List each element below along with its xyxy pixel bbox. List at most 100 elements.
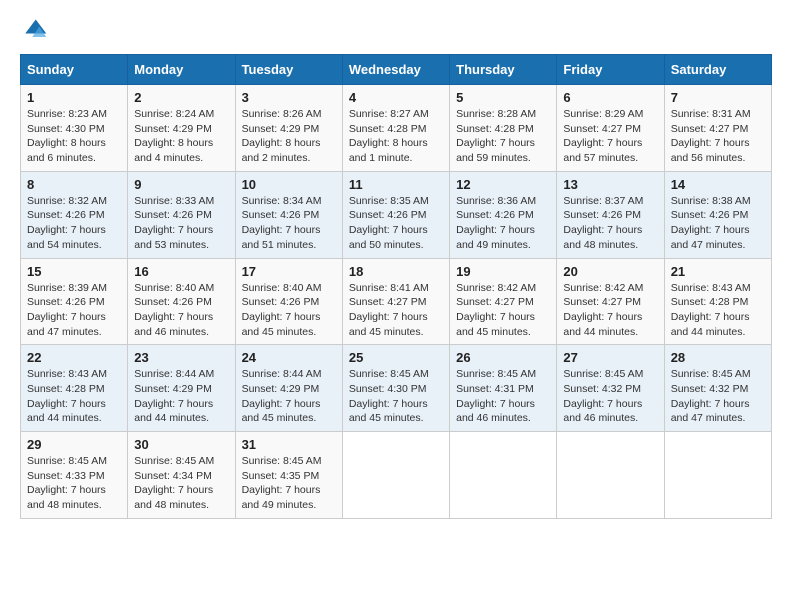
calendar-cell: 10 Sunrise: 8:34 AMSunset: 4:26 PMDaylig… (235, 171, 342, 258)
day-info: Sunrise: 8:37 AMSunset: 4:26 PMDaylight:… (563, 195, 643, 251)
calendar-cell: 24 Sunrise: 8:44 AMSunset: 4:29 PMDaylig… (235, 345, 342, 432)
day-number: 10 (242, 177, 336, 192)
calendar-header-sunday: Sunday (21, 55, 128, 85)
calendar-cell: 22 Sunrise: 8:43 AMSunset: 4:28 PMDaylig… (21, 345, 128, 432)
header (20, 16, 772, 44)
calendar-cell: 1 Sunrise: 8:23 AMSunset: 4:30 PMDayligh… (21, 85, 128, 172)
calendar-cell: 23 Sunrise: 8:44 AMSunset: 4:29 PMDaylig… (128, 345, 235, 432)
day-info: Sunrise: 8:31 AMSunset: 4:27 PMDaylight:… (671, 108, 751, 164)
calendar-cell: 27 Sunrise: 8:45 AMSunset: 4:32 PMDaylig… (557, 345, 664, 432)
day-number: 7 (671, 90, 765, 105)
calendar-cell: 28 Sunrise: 8:45 AMSunset: 4:32 PMDaylig… (664, 345, 771, 432)
day-info: Sunrise: 8:45 AMSunset: 4:35 PMDaylight:… (242, 455, 322, 511)
day-info: Sunrise: 8:45 AMSunset: 4:32 PMDaylight:… (563, 368, 643, 424)
day-info: Sunrise: 8:40 AMSunset: 4:26 PMDaylight:… (242, 282, 322, 338)
day-number: 25 (349, 350, 443, 365)
calendar-cell: 19 Sunrise: 8:42 AMSunset: 4:27 PMDaylig… (450, 258, 557, 345)
calendar-cell: 17 Sunrise: 8:40 AMSunset: 4:26 PMDaylig… (235, 258, 342, 345)
calendar-header-wednesday: Wednesday (342, 55, 449, 85)
calendar-cell: 14 Sunrise: 8:38 AMSunset: 4:26 PMDaylig… (664, 171, 771, 258)
calendar-cell (557, 432, 664, 519)
day-number: 5 (456, 90, 550, 105)
calendar-week-row: 1 Sunrise: 8:23 AMSunset: 4:30 PMDayligh… (21, 85, 772, 172)
calendar-week-row: 15 Sunrise: 8:39 AMSunset: 4:26 PMDaylig… (21, 258, 772, 345)
day-number: 2 (134, 90, 228, 105)
calendar-cell: 25 Sunrise: 8:45 AMSunset: 4:30 PMDaylig… (342, 345, 449, 432)
calendar: SundayMondayTuesdayWednesdayThursdayFrid… (20, 54, 772, 519)
day-number: 23 (134, 350, 228, 365)
day-number: 14 (671, 177, 765, 192)
day-info: Sunrise: 8:27 AMSunset: 4:28 PMDaylight:… (349, 108, 429, 164)
calendar-header-friday: Friday (557, 55, 664, 85)
day-number: 21 (671, 264, 765, 279)
calendar-cell: 11 Sunrise: 8:35 AMSunset: 4:26 PMDaylig… (342, 171, 449, 258)
day-info: Sunrise: 8:32 AMSunset: 4:26 PMDaylight:… (27, 195, 107, 251)
day-number: 27 (563, 350, 657, 365)
day-info: Sunrise: 8:44 AMSunset: 4:29 PMDaylight:… (134, 368, 214, 424)
day-info: Sunrise: 8:41 AMSunset: 4:27 PMDaylight:… (349, 282, 429, 338)
day-info: Sunrise: 8:45 AMSunset: 4:32 PMDaylight:… (671, 368, 751, 424)
day-info: Sunrise: 8:45 AMSunset: 4:31 PMDaylight:… (456, 368, 536, 424)
calendar-week-row: 8 Sunrise: 8:32 AMSunset: 4:26 PMDayligh… (21, 171, 772, 258)
day-number: 11 (349, 177, 443, 192)
day-info: Sunrise: 8:43 AMSunset: 4:28 PMDaylight:… (671, 282, 751, 338)
calendar-header-tuesday: Tuesday (235, 55, 342, 85)
day-number: 28 (671, 350, 765, 365)
calendar-cell: 9 Sunrise: 8:33 AMSunset: 4:26 PMDayligh… (128, 171, 235, 258)
day-info: Sunrise: 8:29 AMSunset: 4:27 PMDaylight:… (563, 108, 643, 164)
day-number: 1 (27, 90, 121, 105)
calendar-cell: 15 Sunrise: 8:39 AMSunset: 4:26 PMDaylig… (21, 258, 128, 345)
calendar-cell (342, 432, 449, 519)
day-info: Sunrise: 8:44 AMSunset: 4:29 PMDaylight:… (242, 368, 322, 424)
calendar-cell: 3 Sunrise: 8:26 AMSunset: 4:29 PMDayligh… (235, 85, 342, 172)
calendar-cell: 5 Sunrise: 8:28 AMSunset: 4:28 PMDayligh… (450, 85, 557, 172)
calendar-header-monday: Monday (128, 55, 235, 85)
day-number: 13 (563, 177, 657, 192)
day-info: Sunrise: 8:36 AMSunset: 4:26 PMDaylight:… (456, 195, 536, 251)
day-number: 12 (456, 177, 550, 192)
calendar-cell: 6 Sunrise: 8:29 AMSunset: 4:27 PMDayligh… (557, 85, 664, 172)
logo (20, 16, 52, 44)
day-info: Sunrise: 8:28 AMSunset: 4:28 PMDaylight:… (456, 108, 536, 164)
calendar-cell: 18 Sunrise: 8:41 AMSunset: 4:27 PMDaylig… (342, 258, 449, 345)
day-info: Sunrise: 8:38 AMSunset: 4:26 PMDaylight:… (671, 195, 751, 251)
day-number: 18 (349, 264, 443, 279)
day-number: 19 (456, 264, 550, 279)
calendar-cell: 13 Sunrise: 8:37 AMSunset: 4:26 PMDaylig… (557, 171, 664, 258)
day-number: 8 (27, 177, 121, 192)
day-number: 6 (563, 90, 657, 105)
day-number: 24 (242, 350, 336, 365)
day-info: Sunrise: 8:23 AMSunset: 4:30 PMDaylight:… (27, 108, 107, 164)
day-info: Sunrise: 8:34 AMSunset: 4:26 PMDaylight:… (242, 195, 322, 251)
day-info: Sunrise: 8:33 AMSunset: 4:26 PMDaylight:… (134, 195, 214, 251)
day-number: 26 (456, 350, 550, 365)
day-number: 4 (349, 90, 443, 105)
calendar-header-thursday: Thursday (450, 55, 557, 85)
calendar-cell: 12 Sunrise: 8:36 AMSunset: 4:26 PMDaylig… (450, 171, 557, 258)
day-info: Sunrise: 8:45 AMSunset: 4:33 PMDaylight:… (27, 455, 107, 511)
day-info: Sunrise: 8:39 AMSunset: 4:26 PMDaylight:… (27, 282, 107, 338)
calendar-cell: 26 Sunrise: 8:45 AMSunset: 4:31 PMDaylig… (450, 345, 557, 432)
calendar-cell: 4 Sunrise: 8:27 AMSunset: 4:28 PMDayligh… (342, 85, 449, 172)
day-number: 17 (242, 264, 336, 279)
calendar-cell: 21 Sunrise: 8:43 AMSunset: 4:28 PMDaylig… (664, 258, 771, 345)
calendar-cell: 16 Sunrise: 8:40 AMSunset: 4:26 PMDaylig… (128, 258, 235, 345)
day-number: 20 (563, 264, 657, 279)
calendar-week-row: 29 Sunrise: 8:45 AMSunset: 4:33 PMDaylig… (21, 432, 772, 519)
day-info: Sunrise: 8:24 AMSunset: 4:29 PMDaylight:… (134, 108, 214, 164)
day-info: Sunrise: 8:43 AMSunset: 4:28 PMDaylight:… (27, 368, 107, 424)
day-number: 31 (242, 437, 336, 452)
calendar-cell: 7 Sunrise: 8:31 AMSunset: 4:27 PMDayligh… (664, 85, 771, 172)
calendar-cell: 20 Sunrise: 8:42 AMSunset: 4:27 PMDaylig… (557, 258, 664, 345)
calendar-header-saturday: Saturday (664, 55, 771, 85)
day-info: Sunrise: 8:26 AMSunset: 4:29 PMDaylight:… (242, 108, 322, 164)
day-info: Sunrise: 8:42 AMSunset: 4:27 PMDaylight:… (456, 282, 536, 338)
calendar-cell: 29 Sunrise: 8:45 AMSunset: 4:33 PMDaylig… (21, 432, 128, 519)
day-number: 15 (27, 264, 121, 279)
calendar-week-row: 22 Sunrise: 8:43 AMSunset: 4:28 PMDaylig… (21, 345, 772, 432)
day-info: Sunrise: 8:42 AMSunset: 4:27 PMDaylight:… (563, 282, 643, 338)
day-info: Sunrise: 8:45 AMSunset: 4:30 PMDaylight:… (349, 368, 429, 424)
day-info: Sunrise: 8:45 AMSunset: 4:34 PMDaylight:… (134, 455, 214, 511)
day-number: 29 (27, 437, 121, 452)
calendar-cell (664, 432, 771, 519)
